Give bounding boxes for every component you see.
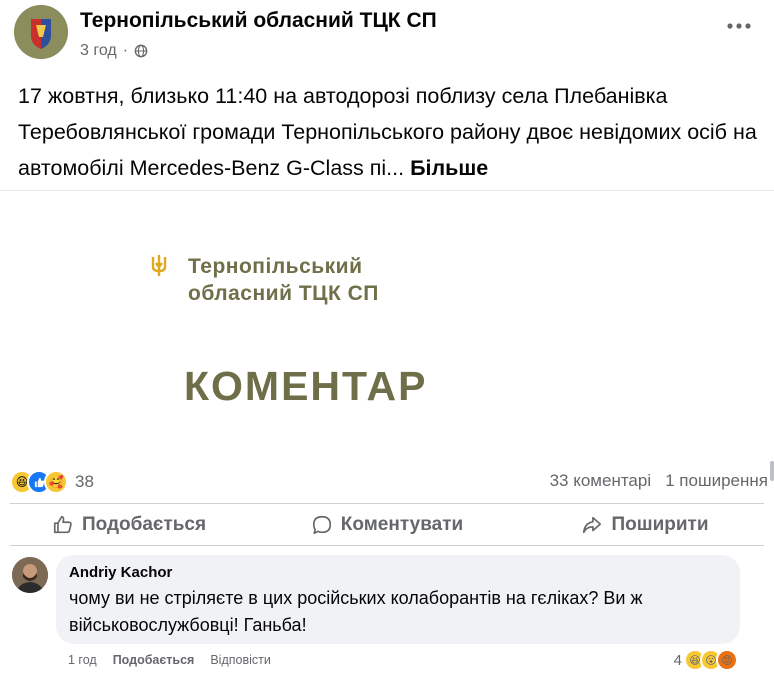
like-button[interactable]: Подобається — [0, 505, 258, 545]
trident-icon — [151, 255, 167, 276]
avatar-photo — [12, 557, 48, 593]
comment-footer: 1 год Подобається Відповісти — [68, 653, 271, 667]
post-meta: 3 год · — [80, 42, 148, 60]
comment-bubble: Andriy Kachor чому ви не стріляєте в цих… — [56, 555, 740, 644]
divider — [10, 503, 764, 504]
angry-reaction-icon: 😡 — [716, 649, 738, 671]
separator-dot: · — [122, 42, 129, 59]
comment-icon — [312, 515, 331, 535]
comment-author-avatar[interactable] — [12, 557, 48, 593]
share-count[interactable]: 1 поширення — [665, 471, 768, 491]
see-more-link[interactable]: Більше — [410, 156, 488, 180]
page-avatar[interactable] — [14, 5, 68, 59]
divider — [10, 545, 764, 546]
image-title: КОМЕНТАР — [184, 363, 428, 409]
share-button[interactable]: Поширити — [516, 505, 774, 545]
page-name[interactable]: Тернопільський обласний ТЦК СП — [80, 9, 437, 33]
more-dots-icon — [727, 23, 751, 29]
share-icon — [583, 516, 602, 534]
image-logo-line1: Тернопільський — [188, 255, 363, 278]
more-options-button[interactable] — [724, 14, 754, 38]
post-text: 17 жовтня, близько 11:40 на автодорозі п… — [18, 78, 763, 186]
post-header: Тернопільський обласний ТЦК СП 3 год · — [0, 0, 774, 70]
facebook-post: Тернопільський обласний ТЦК СП 3 год · 1… — [0, 0, 774, 674]
reaction-count[interactable]: 38 — [75, 472, 94, 492]
comment-reaction-count: 4 — [673, 651, 682, 669]
like-label: Подобається — [81, 514, 207, 535]
scrollbar-thumb[interactable] — [770, 461, 774, 481]
post-image[interactable]: Тернопільський обласний ТЦК СП КОМЕНТАР — [0, 190, 774, 463]
like-icon — [53, 515, 72, 534]
post-stats: 😆 🥰 38 33 коментарі 1 поширення — [0, 462, 774, 502]
post-actions: Подобається Коментувати Поширити — [0, 505, 774, 545]
comment-text: чому ви не стріляєте в цих російських ко… — [69, 588, 643, 635]
thumbs-up-icon — [34, 477, 44, 487]
comment-like-button[interactable]: Подобається — [113, 653, 195, 667]
globe-icon — [134, 44, 148, 58]
post-body: 17 жовтня, близько 11:40 на автодорозі п… — [18, 84, 757, 180]
comment-time[interactable]: 1 год — [68, 653, 97, 667]
comment-reply-button[interactable]: Відповісти — [210, 653, 271, 667]
comment-reactions[interactable]: 4 😆 😮 😡 — [674, 649, 738, 671]
post-time[interactable]: 3 год — [80, 42, 117, 60]
share-label: Поширити — [611, 514, 709, 535]
stats-right: 33 коментарі 1 поширення — [550, 471, 768, 491]
comment-author[interactable]: Andriy Kachor — [69, 564, 172, 581]
comment-label: Коментувати — [340, 514, 464, 535]
care-reaction-icon: 🥰 — [44, 470, 68, 494]
reactions-summary[interactable]: 😆 🥰 38 — [10, 470, 94, 494]
coat-of-arms-icon — [14, 5, 68, 59]
comment-count[interactable]: 33 коментарі — [550, 471, 652, 491]
image-logo-line2: обласний ТЦК СП — [188, 282, 379, 305]
comment-button[interactable]: Коментувати — [258, 505, 516, 545]
